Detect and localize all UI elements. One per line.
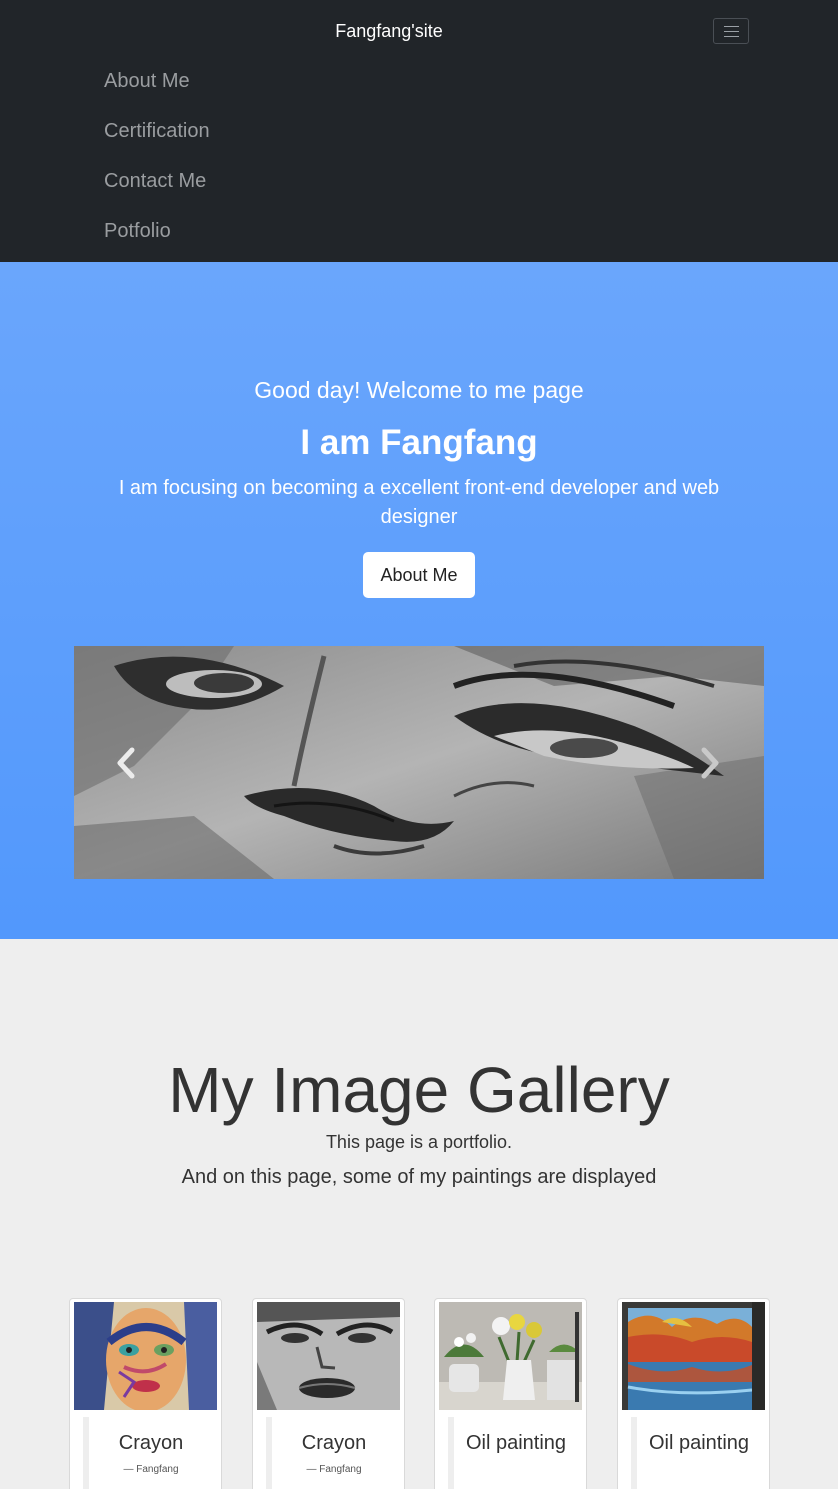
gallery-header: My Image Gallery This page is a portfoli… — [0, 1050, 838, 1190]
gallery-card[interactable]: Crayon — Fangfang — [69, 1298, 222, 1489]
chevron-left-icon — [117, 747, 135, 779]
gallery-title: My Image Gallery — [168, 1054, 670, 1126]
nav-item-portfolio: Potfolio — [104, 214, 210, 264]
navbar: Fangfang'site About Me Certification Con… — [0, 0, 838, 262]
card-title: Oil painting — [465, 1432, 567, 1454]
card-caption: Oil painting — [448, 1417, 578, 1489]
nav-link-certification[interactable]: Certification — [104, 114, 210, 164]
about-me-button[interactable]: About Me — [363, 552, 475, 598]
card-image-flowers-oil — [439, 1302, 582, 1410]
card-caption: Crayon — Fangfang — [83, 1417, 213, 1489]
nav-link-portfolio[interactable]: Potfolio — [104, 214, 210, 264]
card-image-charcoal-face — [257, 1302, 400, 1410]
nav-item-certification: Certification — [104, 114, 210, 164]
card-title: Crayon — [301, 1432, 367, 1454]
card-title: Crayon — [118, 1432, 184, 1454]
card-image-crayon-portrait — [74, 1302, 217, 1410]
nav-link-contact-me[interactable]: Contact Me — [104, 164, 210, 214]
nav-item-about: About Me — [104, 64, 210, 114]
carousel-next-control[interactable] — [694, 746, 724, 780]
gallery-description-1: This page is a portfolio. — [325, 1132, 513, 1152]
gallery-card[interactable]: Oil painting — [434, 1298, 587, 1489]
gallery-description-2: And on this page, some of my paintings a… — [181, 1166, 657, 1188]
card-image-autumn-lake-oil — [622, 1302, 765, 1410]
card-author: — Fangfang — [306, 1464, 362, 1475]
nav-link-about-me[interactable]: About Me — [104, 64, 210, 114]
card-author: — Fangfang — [123, 1464, 179, 1475]
chevron-right-icon — [701, 747, 719, 779]
hero-title: I am Fangfang — [300, 423, 538, 462]
hero-section: Good day! Welcome to me page I am Fangfa… — [0, 262, 838, 939]
card-caption: Oil painting — [631, 1417, 761, 1489]
card-caption: Crayon — Fangfang — [266, 1417, 396, 1489]
hero-greeting: Good day! Welcome to me page — [254, 377, 584, 403]
hero-subtitle: I am focusing on becoming a excellent fr… — [118, 477, 720, 528]
menu-toggle-button[interactable] — [713, 18, 749, 44]
gallery-card[interactable]: Oil painting — [617, 1298, 770, 1489]
nav-item-contact: Contact Me — [104, 164, 210, 214]
gallery-card[interactable]: Crayon — Fangfang — [252, 1298, 405, 1489]
card-title: Oil painting — [648, 1432, 750, 1454]
nav-menu: About Me Certification Contact Me Potfol… — [104, 64, 210, 264]
brand-link[interactable]: Fangfang'site — [0, 20, 778, 42]
carousel-prev-control[interactable] — [112, 746, 142, 780]
image-carousel — [74, 646, 764, 879]
carousel-image — [74, 646, 764, 879]
